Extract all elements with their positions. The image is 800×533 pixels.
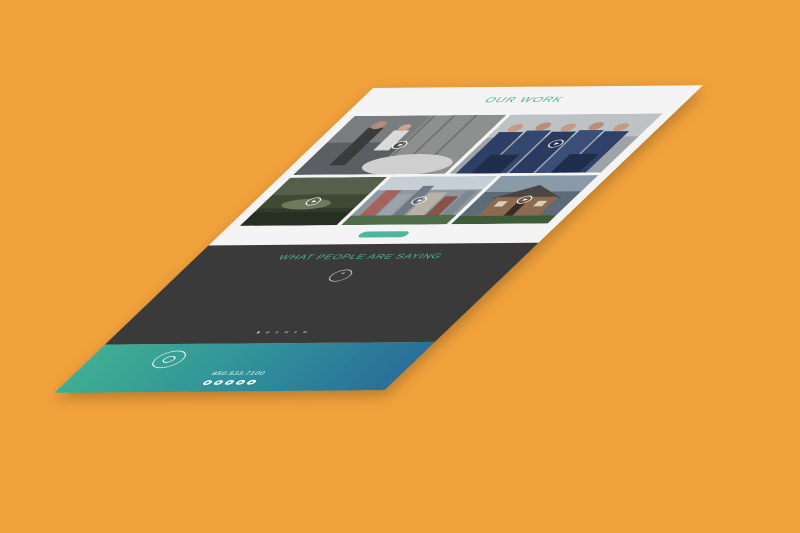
our-work-title: OUR WORK — [481, 95, 567, 105]
testimonial-author — [138, 310, 468, 313]
website-page-mockup: OUR WORK WHAT PEOPLE ARE SAYING “ 850.53… — [54, 85, 703, 393]
testimonials-section: WHAT PEOPLE ARE SAYING “ — [104, 242, 539, 345]
brand-logo[interactable] — [145, 350, 193, 369]
instagram-icon[interactable] — [211, 380, 225, 385]
slider-dot[interactable] — [265, 331, 270, 334]
testimonials-title: WHAT PEOPLE ARE SAYING — [275, 252, 445, 262]
testimonial-quote — [224, 286, 433, 288]
youtube-icon[interactable] — [244, 379, 258, 385]
quote-icon: “ — [324, 269, 357, 282]
footer-phone[interactable]: 850.533.7100 — [71, 370, 406, 377]
slider-dot[interactable] — [302, 330, 308, 333]
our-work-section: OUR WORK — [208, 85, 703, 246]
footer-description — [198, 350, 374, 351]
view-more-button[interactable] — [356, 231, 411, 238]
slider-dot[interactable] — [284, 331, 289, 333]
facebook-icon[interactable] — [200, 380, 214, 386]
twitter-icon[interactable] — [222, 380, 236, 385]
social-links — [62, 379, 397, 386]
slider-dots — [116, 330, 448, 334]
footer-section: 850.533.7100 — [54, 341, 435, 393]
slider-dot[interactable] — [274, 331, 280, 333]
slider-dot[interactable] — [293, 331, 298, 333]
mockup-scene: OUR WORK WHAT PEOPLE ARE SAYING “ 850.53… — [0, 0, 800, 533]
our-work-subtitle — [395, 106, 637, 108]
slider-dot[interactable] — [256, 331, 261, 334]
logo-mark-icon — [160, 355, 179, 363]
vimeo-icon[interactable] — [233, 379, 247, 385]
